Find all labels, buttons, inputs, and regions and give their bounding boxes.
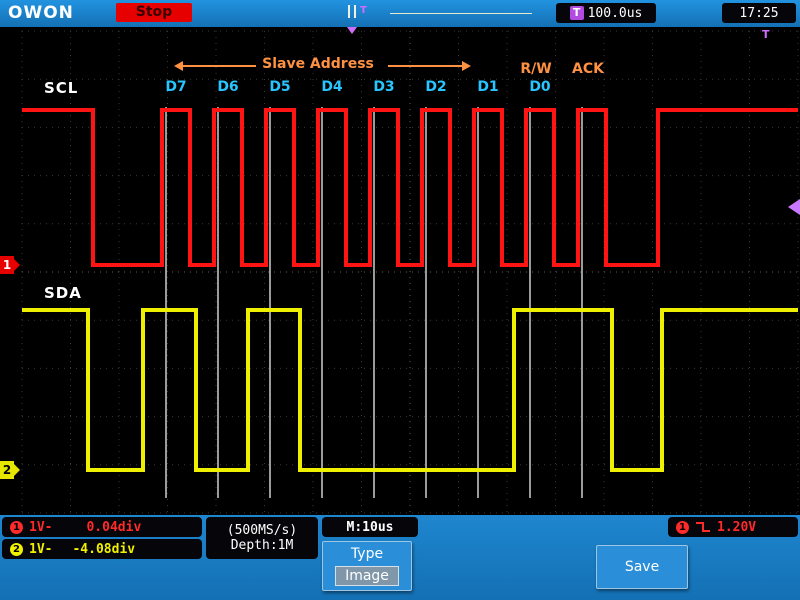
falling-edge-icon (696, 522, 710, 532)
arrow-right-icon (462, 61, 471, 71)
type-button-label: Type (350, 546, 384, 562)
trigger-t-icon: T (569, 6, 584, 20)
acquisition-readout: (500MS/s) Depth:1M (206, 517, 318, 559)
arrow-left-line-icon (182, 65, 256, 67)
trigger-channel-icon: 1 (676, 520, 689, 534)
sample-rate: (500MS/s) (226, 523, 298, 538)
ch1-icon: 1 (10, 520, 23, 534)
clock-readout: 17:25 (722, 3, 796, 23)
ch1-scale: 1V- (29, 519, 53, 535)
ch1-marker-number: 1 (2, 258, 12, 272)
trigger-offset-readout: T 100.0us (556, 3, 656, 23)
ack-bit-label: ACK (572, 61, 604, 77)
trigger-level-arrow[interactable] (788, 199, 800, 215)
rw-bit-label: R/W (520, 61, 552, 77)
ch2-position-marker[interactable]: 2 (0, 461, 20, 479)
bit-label-d0: D0 (529, 79, 551, 95)
bit-label-d3: D3 (373, 79, 395, 95)
acquisition-status-badge: Stop (116, 3, 192, 22)
save-button[interactable]: Save (596, 545, 688, 589)
ch2-marker-number: 2 (2, 463, 12, 477)
ch2-scale: 1V- (29, 541, 53, 557)
ch1-position: 0.04div (86, 519, 142, 535)
top-status-bar: OWON Stop T T 100.0us 17:25 (0, 0, 800, 27)
ch2-icon: 2 (10, 542, 23, 556)
memory-window-bar-icon (354, 5, 356, 18)
type-selected-value[interactable]: Image (335, 566, 399, 586)
arrow-right-line-icon (388, 65, 462, 67)
ch1-position-marker[interactable]: 1 (0, 256, 20, 274)
trigger-position-icon: T (360, 5, 367, 16)
waveform-plot (21, 30, 799, 514)
timebase-readout: M:10us (322, 517, 418, 537)
trigger-level-value: 1.20V (717, 519, 757, 535)
trigger-offset-value: 100.0us (587, 5, 643, 21)
ch2-marker-tip-icon (14, 464, 20, 476)
slave-address-label: Slave Address (262, 56, 374, 72)
bit-label-d5: D5 (269, 79, 291, 95)
bit-label-d1: D1 (477, 79, 499, 95)
bit-label-d7: D7 (165, 79, 187, 95)
memory-depth: Depth:1M (230, 538, 294, 553)
trigger-position-marker[interactable] (347, 27, 357, 34)
ch2-readout: 2 1V- -4.08div (2, 539, 202, 559)
ch1-readout: 1 1V- 0.04div (2, 517, 202, 537)
clock-value: 17:25 (739, 5, 779, 21)
sda-trace-label: SDA (44, 284, 82, 302)
timebase-value: M:10us (346, 519, 394, 535)
waveform-display: T Slave Address R/W ACK D7 D6 D5 D4 D3 D2 D1 D0… (0, 27, 800, 515)
trigger-flag: T (762, 28, 770, 41)
arrow-left-icon (174, 61, 183, 71)
scl-trace-label: SCL (44, 79, 79, 97)
memory-window-bar-icon (348, 5, 350, 18)
bit-label-d4: D4 (321, 79, 343, 95)
bit-label-d2: D2 (425, 79, 447, 95)
ch2-position: -4.08div (72, 541, 136, 557)
type-menu-button[interactable]: Type Image (322, 541, 412, 591)
bit-label-d6: D6 (217, 79, 239, 95)
ch1-marker-tip-icon (14, 259, 20, 271)
trigger-readout: 1 1.20V (668, 517, 798, 537)
bottom-menu-bar: 1 1V- 0.04div 2 1V- -4.08div (500MS/s) D… (0, 515, 800, 600)
brand-logo: OWON (8, 3, 74, 23)
memory-position-bar (390, 13, 532, 14)
